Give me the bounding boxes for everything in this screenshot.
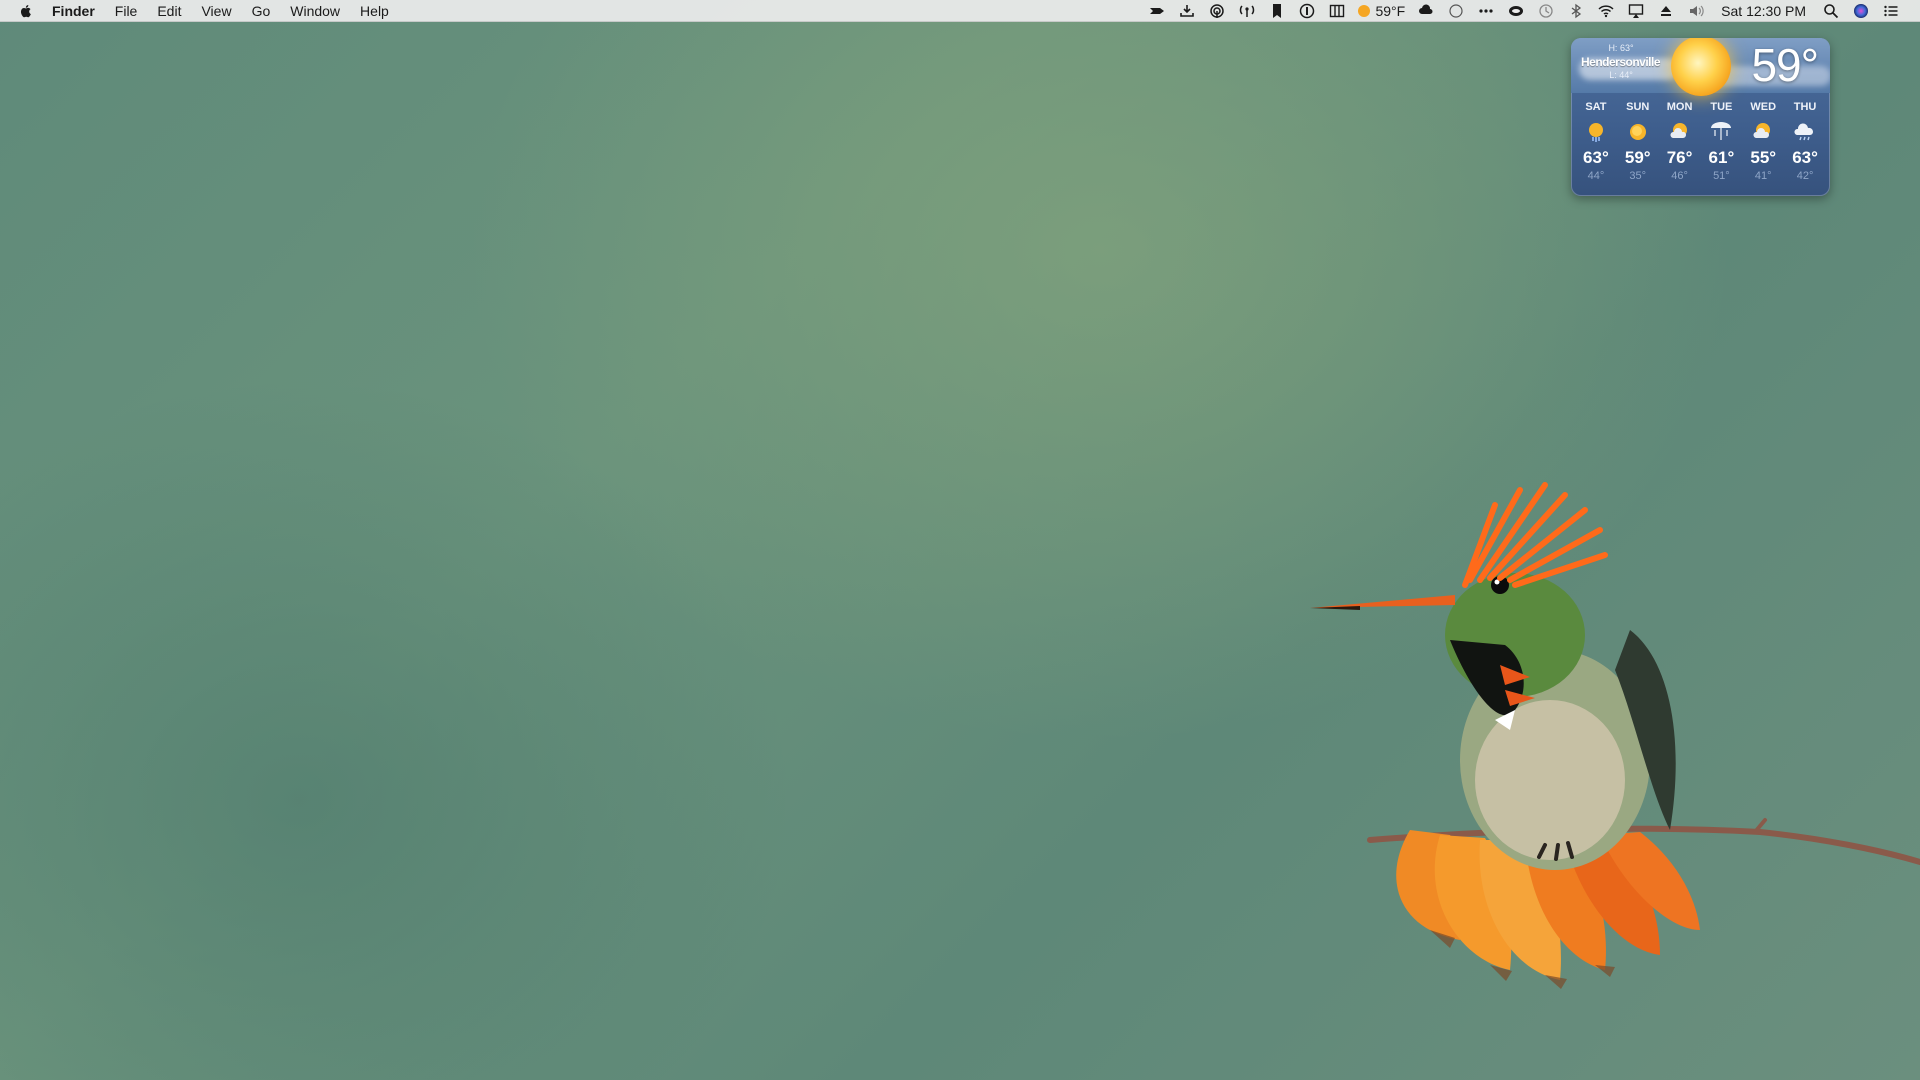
forecast-day: WED 55° 41° bbox=[1743, 93, 1783, 196]
weather-status-item[interactable]: 59°F bbox=[1358, 3, 1405, 19]
forecast-day: TUE 61° 51° bbox=[1701, 93, 1741, 196]
menu-edit[interactable]: Edit bbox=[147, 0, 191, 22]
bluetooth-icon[interactable] bbox=[1565, 0, 1587, 22]
menu-bar-left: Finder File Edit View Go Window Help bbox=[0, 0, 399, 22]
menu-bar-right: 59°F Sat 12:30 PM bbox=[1142, 0, 1920, 22]
wireless-signal-icon[interactable] bbox=[1236, 0, 1258, 22]
current-temperature: 59° bbox=[1751, 39, 1819, 91]
sun-icon bbox=[1626, 120, 1650, 144]
forecast-low: 41° bbox=[1754, 170, 1772, 182]
airplay-icon[interactable] bbox=[1625, 0, 1647, 22]
menu-view[interactable]: View bbox=[191, 0, 241, 22]
forecast-high: 59° bbox=[1624, 148, 1651, 167]
weather-city: Hendersonville bbox=[1581, 55, 1661, 69]
forecast-high: 55° bbox=[1750, 148, 1777, 167]
menu-finder[interactable]: Finder bbox=[52, 0, 105, 22]
weather-header: H: 63° Hendersonville L: 44° 59° bbox=[1571, 38, 1830, 96]
rain-icon bbox=[1709, 120, 1733, 144]
eject-icon[interactable] bbox=[1655, 0, 1677, 22]
forecast-day-name: SUN bbox=[1626, 101, 1650, 113]
forecast-low: 44° bbox=[1587, 170, 1605, 182]
bartender-icon[interactable] bbox=[1146, 0, 1168, 22]
cloud-rain-icon bbox=[1793, 120, 1817, 144]
forecast-low: 35° bbox=[1629, 170, 1647, 182]
spotlight-icon[interactable] bbox=[1820, 0, 1842, 22]
forecast-day: MON 76° 46° bbox=[1660, 93, 1700, 196]
forecast-row: SAT 63° 44° SUN 59° 35° MON 76° 46° TUE bbox=[1571, 93, 1830, 196]
menu-bar-clock[interactable]: Sat 12:30 PM bbox=[1721, 3, 1806, 19]
circle-icon[interactable] bbox=[1445, 0, 1467, 22]
forecast-day: SAT 63° 44° bbox=[1576, 93, 1616, 196]
today-high: H: 63° bbox=[1608, 43, 1634, 53]
forecast-high: 76° bbox=[1666, 148, 1693, 167]
forecast-day-name: WED bbox=[1750, 101, 1777, 113]
download-icon[interactable] bbox=[1176, 0, 1198, 22]
sun-icon bbox=[1358, 4, 1371, 17]
weather-widget[interactable]: H: 63° Hendersonville L: 44° 59° SAT 63°… bbox=[1571, 38, 1830, 196]
hummingbird-wallpaper bbox=[1310, 482, 1920, 989]
cloud-network-icon[interactable] bbox=[1415, 0, 1437, 22]
forecast-day-name: TUE bbox=[1710, 101, 1733, 113]
volume-icon[interactable] bbox=[1685, 0, 1707, 22]
columns-icon[interactable] bbox=[1326, 0, 1348, 22]
partly-cloudy-icon bbox=[1668, 120, 1692, 144]
menu-bar: Finder File Edit View Go Window Help 59°… bbox=[0, 0, 1920, 22]
forecast-day: SUN 59° 35° bbox=[1618, 93, 1658, 196]
forecast-high: 63° bbox=[1583, 148, 1609, 167]
wifi-icon[interactable] bbox=[1595, 0, 1617, 22]
bookmark-icon[interactable] bbox=[1266, 0, 1288, 22]
menu-go[interactable]: Go bbox=[242, 0, 281, 22]
forecast-high: 61° bbox=[1708, 148, 1735, 167]
sun-icon bbox=[1671, 38, 1731, 96]
onepassword-icon[interactable] bbox=[1296, 0, 1318, 22]
more-dots-icon[interactable] bbox=[1475, 0, 1497, 22]
forecast-low: 42° bbox=[1796, 170, 1814, 182]
cloud-app-icon[interactable] bbox=[1505, 0, 1527, 22]
siri-icon[interactable] bbox=[1850, 0, 1872, 22]
today-low: L: 44° bbox=[1609, 70, 1633, 80]
temperature-text: 59°F bbox=[1375, 2, 1406, 19]
forecast-day-name: MON bbox=[1666, 101, 1693, 113]
forecast-day-name: SAT bbox=[1585, 101, 1607, 113]
forecast-low: 51° bbox=[1713, 170, 1730, 182]
airdrop-icon[interactable] bbox=[1206, 0, 1228, 22]
partly-cloudy-icon bbox=[1751, 120, 1775, 144]
forecast-high: 63° bbox=[1792, 148, 1818, 167]
forecast-day: THU 63° 42° bbox=[1785, 93, 1825, 196]
menu-window[interactable]: Window bbox=[280, 0, 350, 22]
menu-file[interactable]: File bbox=[105, 0, 148, 22]
apple-menu-icon[interactable] bbox=[18, 3, 34, 19]
forecast-low: 46° bbox=[1671, 170, 1688, 182]
sun-rain-icon bbox=[1584, 120, 1608, 144]
forecast-day-name: THU bbox=[1793, 101, 1817, 113]
menu-help[interactable]: Help bbox=[350, 0, 399, 22]
time-machine-icon[interactable] bbox=[1535, 0, 1557, 22]
notification-center-icon[interactable] bbox=[1880, 0, 1902, 22]
